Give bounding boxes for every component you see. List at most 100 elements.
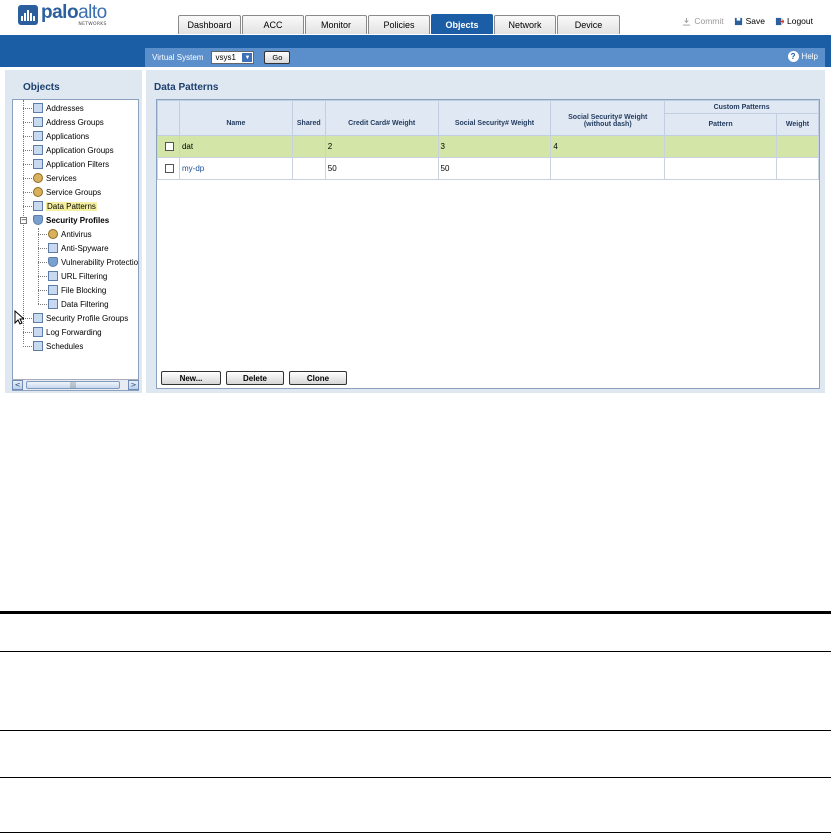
cell-name[interactable]: dat xyxy=(178,135,293,158)
top-actions: Commit Save Logout xyxy=(682,16,813,26)
cell-shared xyxy=(291,157,326,180)
column-header-credit-card-weight[interactable]: Credit Card# Weight xyxy=(324,100,439,136)
sidebar-item-application-groups[interactable]: Application Groups xyxy=(33,144,114,156)
main-tabs: Dashboard ACC Monitor Policies Objects N… xyxy=(178,14,621,34)
logo-mark-icon xyxy=(18,5,38,25)
sidebar-item-data-patterns[interactable]: Data Patterns xyxy=(33,200,97,212)
column-header-ssn-nodash-line2: (without dash) xyxy=(583,121,632,128)
vsys-select[interactable]: vsys1 ▼ xyxy=(211,51,255,64)
scroll-left-icon[interactable]: < xyxy=(12,380,23,390)
tab-monitor[interactable]: Monitor xyxy=(305,15,367,34)
table-row[interactable]: my-dp 50 50 xyxy=(157,157,820,180)
column-header-name[interactable]: Name xyxy=(178,100,293,136)
sidebar-item-applications[interactable]: Applications xyxy=(33,130,89,142)
sidebar-item-address-groups[interactable]: Address Groups xyxy=(33,116,104,128)
addresses-icon xyxy=(33,103,43,113)
url-filtering-icon xyxy=(48,271,58,281)
save-icon xyxy=(734,17,742,25)
application-filters-icon xyxy=(33,159,43,169)
sidebar-item-data-filtering[interactable]: Data Filtering xyxy=(48,298,109,310)
scrollbar-thumb[interactable]: ||| xyxy=(26,381,120,389)
tab-dashboard[interactable]: Dashboard xyxy=(178,15,241,34)
cell-ssn-nodash-weight xyxy=(550,157,666,180)
sidebar-item-antivirus[interactable]: Antivirus xyxy=(48,228,92,240)
sidebar-item-url-filtering[interactable]: URL Filtering xyxy=(48,270,107,282)
column-group-custom-patterns: Custom Patterns xyxy=(664,100,819,114)
objects-tree: Addresses Address Groups Applications Ap… xyxy=(12,99,139,391)
virtual-system-bar: Virtual System vsys1 ▼ Go ? Help xyxy=(145,48,825,67)
tab-policies[interactable]: Policies xyxy=(368,15,430,34)
page-title: Data Patterns xyxy=(154,82,219,93)
address-groups-icon xyxy=(33,117,43,127)
column-header-ssn-nodash-line1: Social Security# Weight xyxy=(568,114,648,121)
sidebar-item-service-groups[interactable]: Service Groups xyxy=(33,186,101,198)
sidebar-item-anti-spyware[interactable]: Anti-Spyware xyxy=(48,242,109,254)
data-patterns-icon xyxy=(33,201,43,211)
new-button[interactable]: New... xyxy=(161,371,221,385)
logo-subtitle: NETWORKS xyxy=(78,22,107,27)
top-header: paloalto NETWORKS Dashboard ACC Monitor … xyxy=(0,0,831,35)
commit-label: Commit xyxy=(694,16,724,26)
column-header-weight[interactable]: Weight xyxy=(775,113,820,136)
table-rule xyxy=(0,730,831,731)
vsys-value: vsys1 xyxy=(215,53,236,62)
sidebar-title: Objects xyxy=(23,82,60,93)
row-checkbox[interactable] xyxy=(165,164,174,174)
clone-button[interactable]: Clone xyxy=(289,371,347,385)
row-checkbox[interactable] xyxy=(165,142,174,152)
security-profiles-icon xyxy=(33,215,43,225)
delete-button[interactable]: Delete xyxy=(226,371,284,385)
objects-sidebar: Objects Addresses Address Groups Applica… xyxy=(5,70,142,393)
mouse-cursor-icon xyxy=(14,310,24,325)
cell-credit-card-weight: 2 xyxy=(324,135,439,158)
commit-icon xyxy=(683,17,691,26)
column-header-shared[interactable]: Shared xyxy=(291,100,326,136)
logo-name-palo: palo xyxy=(41,2,79,23)
scroll-right-icon[interactable]: > xyxy=(128,380,139,390)
tab-objects[interactable]: Objects xyxy=(431,14,493,34)
sidebar-horizontal-scrollbar[interactable]: < ||| > xyxy=(12,379,139,390)
paloalto-logo: paloalto NETWORKS xyxy=(18,3,107,27)
application-groups-icon xyxy=(33,145,43,155)
tab-acc[interactable]: ACC xyxy=(242,15,304,34)
cell-name-link[interactable]: my-dp xyxy=(178,157,293,180)
grid-action-bar: New... Delete Clone xyxy=(161,371,347,385)
log-forwarding-icon xyxy=(33,327,43,337)
sidebar-item-file-blocking[interactable]: File Blocking xyxy=(48,284,106,296)
column-header-ssn-nodash-weight[interactable]: Social Security# Weight (without dash) xyxy=(550,100,666,136)
vulnerability-protection-icon xyxy=(48,257,58,267)
cell-weight xyxy=(775,135,820,158)
tab-network[interactable]: Network xyxy=(494,15,556,34)
table-row[interactable]: dat 2 3 4 xyxy=(157,135,820,158)
collapse-icon[interactable]: − xyxy=(20,217,27,224)
tab-device[interactable]: Device xyxy=(557,15,620,34)
column-header-pattern[interactable]: Pattern xyxy=(664,113,777,136)
table-top-rule xyxy=(0,611,831,614)
sidebar-item-security-profiles[interactable]: Security Profiles xyxy=(33,214,109,226)
security-profile-groups-icon xyxy=(33,313,43,323)
sidebar-item-application-filters[interactable]: Application Filters xyxy=(33,158,109,170)
cell-ssn-weight: 3 xyxy=(437,135,552,158)
sidebar-item-services[interactable]: Services xyxy=(33,172,77,184)
sidebar-item-log-forwarding[interactable]: Log Forwarding xyxy=(33,326,102,338)
table-rule xyxy=(0,777,831,778)
help-button[interactable]: ? Help xyxy=(787,51,818,62)
header-select xyxy=(157,100,180,136)
service-groups-icon xyxy=(33,187,43,197)
data-patterns-panel: Data Patterns Name Shared Credit Card# W… xyxy=(146,70,825,393)
help-label: Help xyxy=(801,52,818,61)
column-header-ssn-weight[interactable]: Social Security# Weight xyxy=(437,100,552,136)
cell-pattern xyxy=(664,135,777,158)
sidebar-item-addresses[interactable]: Addresses xyxy=(33,102,84,114)
save-button[interactable]: Save xyxy=(734,16,765,26)
data-filtering-icon xyxy=(48,299,58,309)
go-button[interactable]: Go xyxy=(264,51,291,64)
data-patterns-table: Name Shared Credit Card# Weight Social S… xyxy=(157,100,820,180)
logout-button[interactable]: Logout xyxy=(775,16,813,26)
sidebar-item-security-profile-groups[interactable]: Security Profile Groups xyxy=(33,312,128,324)
sidebar-item-schedules[interactable]: Schedules xyxy=(33,340,83,352)
commit-button[interactable]: Commit xyxy=(682,16,724,26)
save-label: Save xyxy=(745,16,765,26)
table-rule xyxy=(0,651,831,652)
sidebar-item-vulnerability-protection[interactable]: Vulnerability Protection xyxy=(48,256,138,268)
